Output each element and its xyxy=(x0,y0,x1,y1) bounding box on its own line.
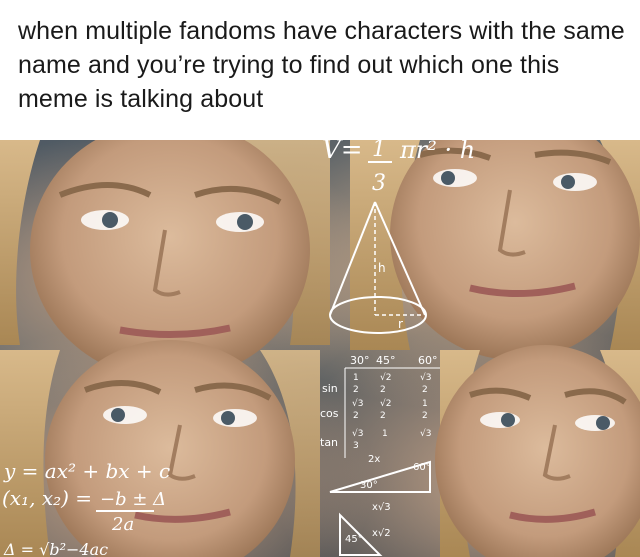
triangle-label-x-root2: x√2 xyxy=(372,528,391,539)
svg-text:2: 2 xyxy=(380,385,386,395)
svg-text:√3: √3 xyxy=(352,398,363,409)
math-lady-meme-image: V= 1 3 πr² · h h r 30° 45° 60° sin cos t… xyxy=(0,140,640,557)
svg-text:2: 2 xyxy=(353,411,359,421)
roots-formula-numerator: −b ± Δ xyxy=(100,489,166,510)
svg-text:2: 2 xyxy=(353,385,359,395)
svg-text:2: 2 xyxy=(380,411,386,421)
trig-row-tan: tan xyxy=(320,436,338,449)
svg-text:2: 2 xyxy=(422,411,428,421)
trig-row-sin: sin xyxy=(322,382,338,395)
face-bottom-left xyxy=(0,340,320,557)
volume-formula-pi-r-squared: πr² · h xyxy=(399,140,475,164)
triangle-label-30: 30° xyxy=(360,480,378,491)
face-bottom-right xyxy=(435,345,640,557)
svg-text:1: 1 xyxy=(382,429,388,439)
cone-label-h: h xyxy=(378,261,386,275)
triangle-label-60: 60° xyxy=(413,462,431,473)
svg-text:√3: √3 xyxy=(352,428,363,439)
roots-formula-lhs: (x₁, x₂) = xyxy=(2,486,92,510)
triangle-45-45-90: 45° x√2 xyxy=(339,512,391,556)
svg-text:√3: √3 xyxy=(420,372,431,383)
svg-text:√2: √2 xyxy=(380,372,391,383)
svg-text:√3: √3 xyxy=(420,428,431,439)
face-top-right xyxy=(350,140,640,360)
roots-formula-denominator: 2a xyxy=(111,514,134,535)
volume-formula-fraction-denominator: 3 xyxy=(372,171,386,196)
svg-text:1: 1 xyxy=(353,373,359,383)
triangle-label-2x: 2x xyxy=(368,454,380,465)
trig-header-30: 30° xyxy=(350,354,370,367)
trig-table: 30° 45° 60° sin cos tan 1 2 √3 2 √3 3 √2 2 √… xyxy=(320,354,440,458)
volume-formula-fraction-numerator: 1 xyxy=(372,140,386,162)
quadratic-formula: y = ax² + bx + c xyxy=(3,459,170,483)
volume-formula-v: V= xyxy=(322,140,363,165)
triangle-30-60-90: 30° 60° 2x x√3 xyxy=(329,454,431,513)
svg-text:2: 2 xyxy=(422,385,428,395)
svg-text:3: 3 xyxy=(353,441,359,451)
trig-header-60: 60° xyxy=(418,354,438,367)
trig-header-45: 45° xyxy=(376,354,396,367)
triangle-label-45: 45° xyxy=(345,534,363,545)
discriminant-formula: Δ = √b²−4ac xyxy=(3,540,108,557)
svg-text:1: 1 xyxy=(422,399,428,409)
cone-label-r: r xyxy=(398,317,403,331)
trig-row-cos: cos xyxy=(320,407,339,420)
triangle-label-x-root3: x√3 xyxy=(372,502,391,513)
svg-text:√2: √2 xyxy=(380,398,391,409)
meme-caption: when multiple fandoms have characters wi… xyxy=(18,17,625,113)
